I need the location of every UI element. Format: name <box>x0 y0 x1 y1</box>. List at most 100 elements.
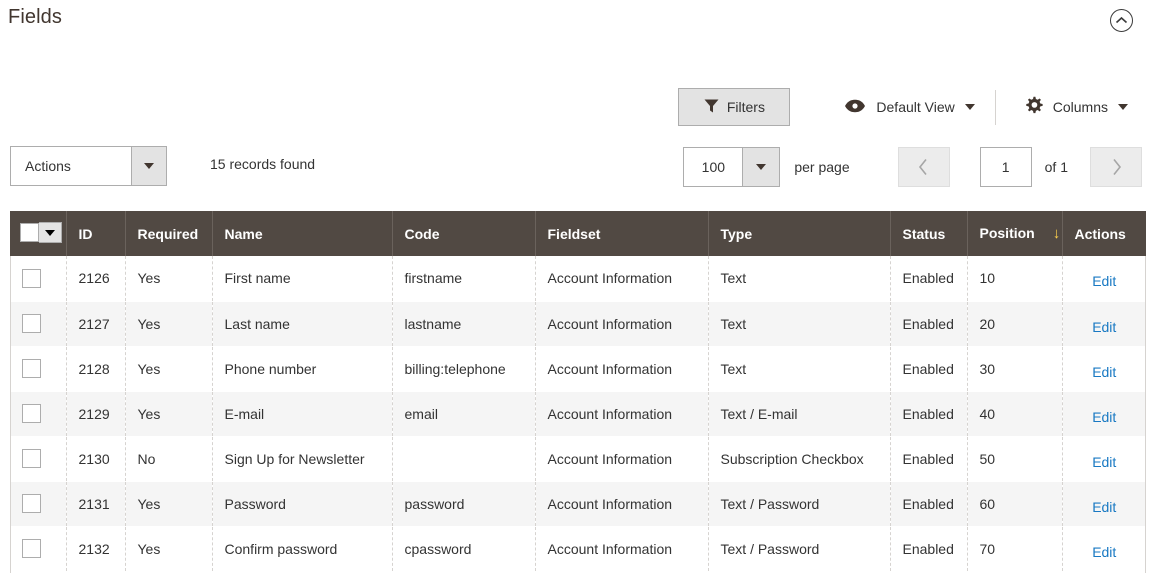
filters-button[interactable]: Filters <box>678 88 791 126</box>
edit-link[interactable]: Edit <box>1092 364 1116 380</box>
gear-icon <box>1024 96 1043 118</box>
select-all-checkbox[interactable] <box>20 223 39 242</box>
cell-code: billing:telephone <box>392 346 536 392</box>
cell-status: Enabled <box>890 436 968 482</box>
row-checkbox[interactable] <box>22 539 42 558</box>
eye-icon <box>844 99 866 116</box>
edit-link[interactable]: Edit <box>1092 319 1116 335</box>
cell-actions: Edit <box>1062 526 1146 572</box>
row-checkbox[interactable] <box>22 404 42 423</box>
column-header-fieldset[interactable]: Fieldset <box>535 211 709 256</box>
chevron-down-icon <box>131 147 166 185</box>
select-all-control[interactable] <box>20 222 62 243</box>
chevron-down-icon <box>742 148 780 186</box>
cell-id: 2131 <box>66 481 126 527</box>
cell-type: Text / Password <box>708 526 891 572</box>
row-select-cell[interactable] <box>10 346 67 392</box>
table-header-row: ID Required Name Code Fieldset Type Stat… <box>10 211 1146 256</box>
cell-code: lastname <box>392 301 536 347</box>
columns-selector[interactable]: Columns <box>1010 88 1142 126</box>
page-number-input[interactable] <box>979 147 1032 187</box>
row-select-cell[interactable] <box>10 256 67 302</box>
column-header-status[interactable]: Status <box>890 211 968 256</box>
page-title: Fields <box>8 6 62 28</box>
cell-id: 2127 <box>66 301 126 347</box>
row-checkbox[interactable] <box>22 314 42 333</box>
filters-button-label: Filters <box>726 99 765 115</box>
row-checkbox[interactable] <box>22 449 42 468</box>
cell-name: Sign Up for Newsletter <box>212 436 393 482</box>
cell-type: Text / E-mail <box>708 391 891 437</box>
cell-id: 2126 <box>66 256 126 302</box>
per-page-dropdown[interactable]: 100 <box>683 147 781 187</box>
table-row: 2132 Yes Confirm password cpassword Account … <box>10 526 1146 572</box>
column-header-code[interactable]: Code <box>392 211 536 256</box>
table-row: 2131 Yes Password password Account Informati… <box>10 481 1146 527</box>
pagination: 100 per page of 1 <box>683 146 1142 188</box>
default-view-selector[interactable]: Default View <box>830 88 988 126</box>
row-checkbox[interactable] <box>22 359 42 378</box>
cell-fieldset: Account Information <box>535 346 709 392</box>
default-view-label: Default View <box>876 99 955 115</box>
columns-label: Columns <box>1052 99 1108 115</box>
cell-name: Phone number <box>212 346 393 392</box>
funnel-icon <box>704 99 719 116</box>
fields-table: ID Required Name Code Fieldset Type Stat… <box>10 211 1146 572</box>
cell-name: E-mail <box>212 391 393 437</box>
row-select-cell[interactable] <box>10 391 67 437</box>
toolbar-divider <box>994 89 996 125</box>
cell-id: 2128 <box>66 346 126 392</box>
records-found-text: 15 records found <box>210 156 316 172</box>
cell-fieldset: Account Information <box>535 256 709 302</box>
actions-dropdown[interactable]: Actions <box>10 146 167 186</box>
table-row: 2129 Yes E-mail email Account Information Tex… <box>10 391 1146 437</box>
previous-page-button[interactable] <box>897 147 950 187</box>
column-header-select-all[interactable] <box>10 211 67 256</box>
cell-required: Yes <box>125 481 213 527</box>
table-row: 2130 No Sign Up for Newsletter Account Info… <box>10 436 1146 482</box>
actions-dropdown-label: Actions <box>25 158 71 174</box>
cell-required: Yes <box>125 301 213 347</box>
table-row: 2127 Yes Last name lastname Account Informat… <box>10 301 1146 347</box>
row-select-cell[interactable] <box>10 481 67 527</box>
cell-fieldset: Account Information <box>535 436 709 482</box>
row-checkbox[interactable] <box>22 494 42 513</box>
edit-link[interactable]: Edit <box>1092 544 1116 560</box>
grid-right-border <box>1145 256 1146 573</box>
column-header-position-label: Position <box>979 225 1035 241</box>
cell-name: Password <box>212 481 393 527</box>
cell-actions: Edit <box>1062 256 1146 302</box>
chevron-up-circle-icon[interactable] <box>1110 9 1133 32</box>
column-header-name[interactable]: Name <box>212 211 393 256</box>
column-header-id[interactable]: ID <box>66 211 126 256</box>
fields-grid-page: Fields Filters Default View Columns Acti… <box>0 0 1154 573</box>
cell-position: 20 <box>967 301 1063 347</box>
row-select-cell[interactable] <box>10 301 67 347</box>
row-checkbox[interactable] <box>22 268 42 288</box>
edit-link[interactable]: Edit <box>1092 273 1116 289</box>
column-header-type[interactable]: Type <box>708 211 891 256</box>
cell-type: Text <box>708 256 891 302</box>
cell-code: cpassword <box>392 526 536 572</box>
cell-required: No <box>125 436 213 482</box>
edit-link[interactable]: Edit <box>1092 409 1116 425</box>
cell-actions: Edit <box>1062 301 1146 347</box>
caret-shape <box>756 164 767 170</box>
column-header-required[interactable]: Required <box>125 211 213 256</box>
cell-position: 60 <box>967 481 1063 527</box>
per-page-label: per page <box>794 159 850 175</box>
sort-descending-icon: ↓ <box>1052 225 1061 242</box>
row-select-cell[interactable] <box>10 526 67 572</box>
caret-shape <box>144 163 154 169</box>
cell-code <box>392 436 536 482</box>
select-all-dropdown-icon[interactable] <box>39 222 62 243</box>
cell-status: Enabled <box>890 256 968 302</box>
edit-link[interactable]: Edit <box>1092 454 1116 470</box>
next-page-button[interactable] <box>1090 147 1142 187</box>
row-select-cell[interactable] <box>10 436 67 482</box>
chevron-down-icon <box>1118 104 1128 110</box>
column-header-position[interactable]: Position ↓ <box>967 211 1063 256</box>
edit-link[interactable]: Edit <box>1092 499 1116 515</box>
cell-type: Text <box>708 346 891 392</box>
cell-status: Enabled <box>890 481 968 527</box>
